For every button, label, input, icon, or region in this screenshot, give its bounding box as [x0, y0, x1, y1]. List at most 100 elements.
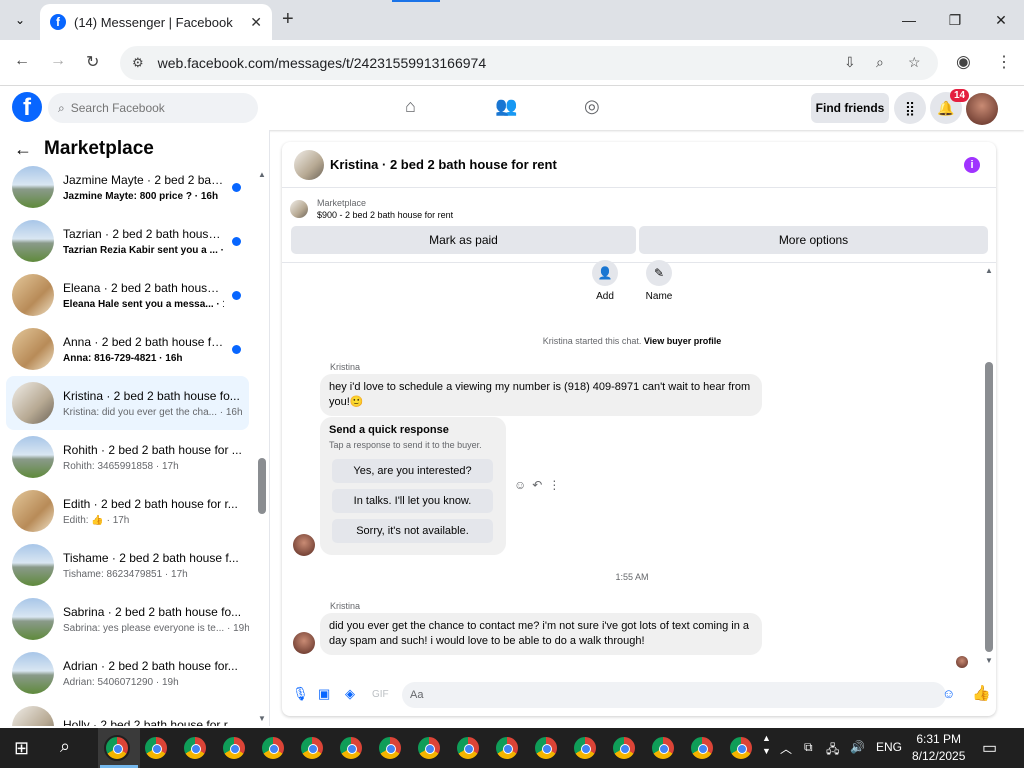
more-actions-icon[interactable]: ⋮	[548, 478, 566, 492]
message-bubble[interactable]: hey i'd love to schedule a viewing my nu…	[320, 374, 762, 416]
chat-title[interactable]: Kristina · 2 bed 2 bath house for rent	[330, 157, 557, 172]
taskbar-scroll-icon[interactable]: ▲ ▼	[762, 732, 771, 758]
message-input[interactable]: Aa	[402, 682, 946, 708]
network-icon[interactable]: 🖧	[826, 740, 839, 761]
close-window-button[interactable]: ✕	[978, 0, 1024, 40]
chrome-taskbar-icon[interactable]	[611, 735, 637, 761]
back-arrow-icon[interactable]: ←	[14, 139, 32, 160]
site-info-icon[interactable]: ⚙	[132, 55, 144, 71]
conversation-item[interactable]: Rohith · 2 bed 2 bath house for ... Rohit…	[6, 430, 249, 484]
browser-menu-icon[interactable]: ⋮	[996, 52, 1012, 72]
chat-scrollbar[interactable]: ▲ ▼	[984, 266, 994, 666]
quick-response-sorry-button[interactable]: Sorry, it's not available.	[332, 519, 493, 543]
info-icon[interactable]: i	[964, 157, 980, 173]
tray-overflow-chevron-icon[interactable]: ︿	[780, 740, 792, 757]
sender-avatar[interactable]	[293, 534, 315, 556]
scroll-up-arrow-icon[interactable]: ▲	[985, 266, 993, 275]
notification-center-icon[interactable]: ▭	[982, 738, 997, 758]
windows-start-icon[interactable]: ⊞	[14, 738, 29, 759]
photo-icon[interactable]: ▣	[318, 686, 330, 702]
search-input[interactable]	[70, 101, 241, 115]
chrome-taskbar-icon[interactable]	[299, 735, 325, 761]
bookmark-star-icon[interactable]: ☆	[908, 54, 921, 71]
back-arrow-icon[interactable]: ←	[14, 52, 30, 70]
minimize-button[interactable]: —	[886, 0, 932, 40]
more-options-button[interactable]: More options	[639, 226, 988, 254]
conversation-item[interactable]: Holly · 2 bed 2 bath house for r...	[6, 700, 249, 726]
new-tab-plus-icon[interactable]: +	[282, 8, 294, 31]
sidebar-scrollbar[interactable]: ▲ ▼	[258, 170, 266, 726]
scroll-down-arrow-icon[interactable]: ▼	[258, 714, 266, 723]
scroll-down-arrow-icon[interactable]: ▼	[985, 656, 993, 665]
reload-icon[interactable]: ↻	[86, 52, 99, 72]
sticker-icon[interactable]: ◈	[345, 686, 355, 702]
groups-icon[interactable]: ◎	[584, 96, 600, 117]
chrome-taskbar-icon[interactable]	[650, 735, 676, 761]
conversation-item[interactable]: Edith · 2 bed 2 bath house for r... Edith…	[6, 484, 249, 538]
view-buyer-profile-link[interactable]: View buyer profile	[644, 336, 721, 346]
install-app-icon[interactable]: ⇩	[844, 54, 856, 71]
conversation-item[interactable]: Tazrian · 2 bed 2 bath house f... Tazrian…	[6, 214, 249, 268]
chrome-taskbar-icon[interactable]	[104, 735, 130, 761]
gif-icon[interactable]: GIF	[372, 689, 389, 700]
url-text[interactable]: web.facebook.com/messages/t/242315599131…	[158, 55, 486, 71]
conversation-item[interactable]: Sabrina · 2 bed 2 bath house fo... Sabrin…	[6, 592, 249, 646]
add-people-button[interactable]: 👤 Add	[585, 260, 625, 302]
scrollbar-thumb[interactable]	[985, 362, 993, 652]
chrome-taskbar-icon[interactable]	[572, 735, 598, 761]
chrome-taskbar-icon[interactable]	[728, 735, 754, 761]
listing-summary[interactable]: Marketplace $900 - 2 bed 2 bath house fo…	[290, 198, 453, 220]
scrollbar-thumb[interactable]	[258, 458, 266, 514]
chrome-taskbar-icon[interactable]	[182, 735, 208, 761]
tab-close-icon[interactable]: ✕	[250, 14, 262, 31]
conversation-item[interactable]: Tishame · 2 bed 2 bath house f... Tishame…	[6, 538, 249, 592]
quick-response-talks-button[interactable]: In talks. I'll let you know.	[332, 489, 493, 513]
facebook-search[interactable]: ⌕	[48, 93, 258, 123]
emoji-icon[interactable]: ☺	[942, 686, 955, 701]
chrome-taskbar-icon[interactable]	[221, 735, 247, 761]
taskbar-search-icon[interactable]: ⌕	[60, 736, 70, 757]
home-icon[interactable]: ⌂	[405, 96, 416, 117]
profile-icon[interactable]: ◉	[956, 52, 971, 72]
facebook-logo-icon[interactable]: f	[12, 92, 42, 122]
chrome-taskbar-icon[interactable]	[455, 735, 481, 761]
clock[interactable]: 6:31 PM 8/12/2025	[912, 731, 965, 765]
zoom-icon[interactable]: ⌕	[876, 54, 884, 71]
chat-thumbnail[interactable]	[294, 149, 324, 180]
sender-avatar[interactable]	[293, 632, 315, 654]
address-bar[interactable]: ⚙ web.facebook.com/messages/t/2423155991…	[120, 46, 938, 80]
chrome-taskbar-icon[interactable]	[416, 735, 442, 761]
like-thumbs-up-icon[interactable]: 👍	[972, 684, 991, 702]
chrome-taskbar-icon[interactable]	[377, 735, 403, 761]
language-indicator[interactable]: ENG	[876, 740, 902, 754]
menu-grid-icon[interactable]: ⣿	[894, 92, 926, 124]
microphone-icon[interactable]: 🎙	[292, 686, 309, 702]
account-avatar[interactable]	[966, 93, 998, 125]
chrome-taskbar-icon[interactable]	[260, 735, 286, 761]
name-chat-button[interactable]: ✎ Name	[639, 260, 679, 302]
conversation-item[interactable]: Adrian · 2 bed 2 bath house for... Adrian…	[6, 646, 249, 700]
mark-as-paid-button[interactable]: Mark as paid	[291, 226, 636, 254]
browser-tab[interactable]: f (14) Messenger | Facebook ✕	[40, 4, 272, 40]
quick-response-yes-button[interactable]: Yes, are you interested?	[332, 459, 493, 483]
chrome-taskbar-icon[interactable]	[143, 735, 169, 761]
conversation-item[interactable]: Anna · 2 bed 2 bath house for... Anna: 81…	[6, 322, 249, 376]
react-emoji-icon[interactable]: ☺	[514, 478, 532, 492]
chrome-taskbar-icon[interactable]	[338, 735, 364, 761]
chrome-taskbar-icon[interactable]	[533, 735, 559, 761]
chrome-taskbar-icon[interactable]	[494, 735, 520, 761]
meet-now-icon[interactable]: ⧉	[804, 740, 813, 755]
maximize-button[interactable]: ❐	[932, 0, 978, 40]
volume-icon[interactable]: 🔊	[850, 740, 865, 754]
reply-icon[interactable]: ↶	[532, 478, 548, 492]
scroll-up-arrow-icon[interactable]: ▲	[258, 170, 266, 179]
conversation-item[interactable]: Kristina · 2 bed 2 bath house fo... Krist…	[6, 376, 249, 430]
conversation-item[interactable]: Eleana · 2 bed 2 bath house f... Eleana H…	[6, 268, 249, 322]
friends-icon[interactable]: 👥	[495, 96, 517, 117]
chrome-taskbar-icon[interactable]	[689, 735, 715, 761]
conversation-item[interactable]: Jazmine Mayte · 2 bed 2 bath ... Jazmine …	[6, 160, 249, 214]
tab-search-chevron-icon[interactable]: ⌄	[6, 6, 34, 34]
find-friends-button[interactable]: Find friends	[811, 93, 889, 123]
message-bubble[interactable]: did you ever get the chance to contact m…	[320, 613, 762, 655]
forward-arrow-icon[interactable]: →	[50, 52, 66, 70]
